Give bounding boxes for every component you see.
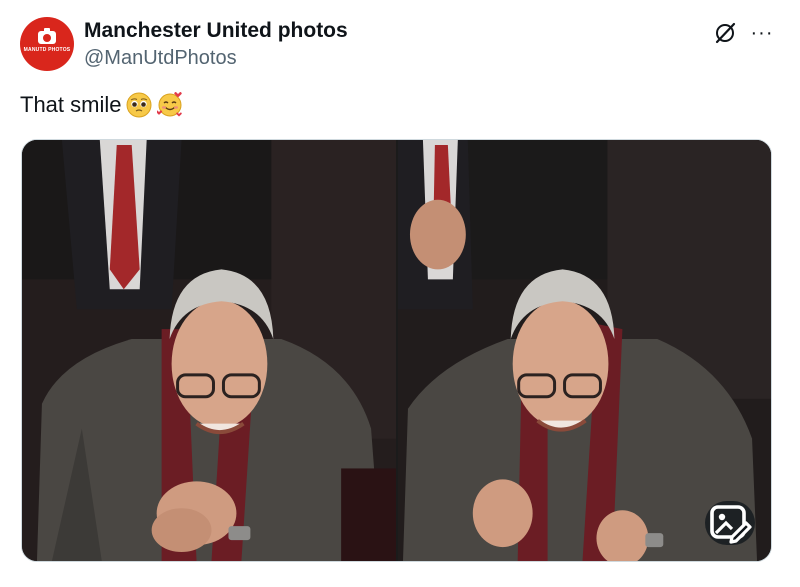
author-handle[interactable]: @ManUtdPhotos (84, 47, 237, 70)
smiling-face-with-hearts-emoji (157, 92, 183, 117)
more-icon: ··· (750, 21, 774, 44)
tweet-text-body: That smile (20, 92, 122, 117)
photo-edit-icon (710, 505, 752, 544)
media-grid (21, 139, 772, 562)
grok-icon (715, 22, 736, 44)
more-button[interactable]: ··· (748, 19, 776, 47)
tweet-text: That smile (20, 92, 183, 118)
avatar[interactable]: MANUTD PHOTOS (20, 17, 74, 71)
pleading-face-emoji (126, 92, 152, 118)
tweet: MANUTD PHOTOS Manchester United photos @… (0, 0, 800, 587)
camera-logo-icon (38, 28, 56, 44)
photo-edit-button[interactable] (705, 501, 755, 545)
photo-1[interactable] (22, 140, 396, 561)
grok-button[interactable] (711, 19, 739, 47)
photo-2[interactable] (398, 140, 771, 561)
author-display-name[interactable]: Manchester United photos (84, 19, 348, 43)
avatar-logo-text: MANUTD PHOTOS (23, 47, 71, 53)
photo-1-image (22, 140, 396, 561)
photo-2-image (398, 140, 771, 561)
